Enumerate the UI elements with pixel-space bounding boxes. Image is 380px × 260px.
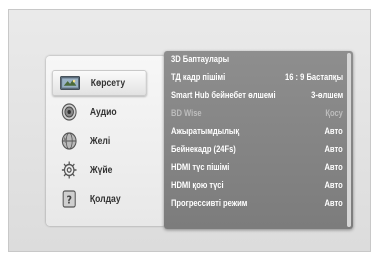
menu-item-value: Авто [324,126,343,136]
menu-item-resolution[interactable]: Ажыратымдылық Авто [164,123,346,140]
menu-item-value: 16 : 9 Бастапқы [285,72,343,82]
menu-item-label: HDMI түс пішімі [171,162,230,172]
nav-item-audio[interactable]: Аудио [52,99,147,125]
nav-item-label: Аудио [89,106,117,118]
display-settings-menu: 3D Баптаулары ТД кадр пішімі 16 : 9 Баст… [164,51,353,229]
svg-text:?: ? [66,194,72,207]
menu-item-value: Авто [324,144,343,154]
nav-item-label: Көрсету [90,77,126,89]
menu-item-movie-frame-24fs[interactable]: Бейнекадр (24Fs) Авто [164,141,346,158]
menu-scrollbar-thumb[interactable] [347,53,351,227]
nav-item-system[interactable]: Жүйе [52,157,147,183]
help-icon: ? [59,189,80,209]
tv-screen: Көрсету Аудио Желі Жүйе ? Қолдау 3D Бапт… [8,9,371,252]
nav-item-network[interactable]: Желі [52,128,147,154]
nav-item-display[interactable]: Көрсету [52,70,147,96]
menu-item-label: Прогрессивті режим [171,198,248,208]
menu-item-value: Авто [324,180,343,190]
menu-item-3d-settings[interactable]: 3D Баптаулары [164,51,346,68]
menu-scrollbar[interactable] [347,53,351,227]
menu-item-value: Авто [324,198,343,208]
menu-item-hdmi-color-format[interactable]: HDMI түс пішімі Авто [164,159,346,176]
menu-item-label: 3D Баптаулары [171,54,230,64]
menu-item-label: HDMI қою түсі [171,180,224,190]
menu-item-tv-aspect-ratio[interactable]: ТД кадр пішімі 16 : 9 Бастапқы [164,69,346,86]
globe-icon [59,131,80,151]
menu-item-progressive-mode[interactable]: Прогрессивті режим Авто [164,195,346,212]
gear-icon [59,160,80,180]
nav-item-label: Жүйе [89,164,113,176]
menu-item-label: Smart Hub бейнебет өлшемі [171,90,276,100]
nav-item-label: Қолдау [89,193,121,205]
nav-item-support[interactable]: ? Қолдау [52,186,147,212]
menu-item-smart-hub-screen-size[interactable]: Smart Hub бейнебет өлшемі 3-өлшем [164,87,346,104]
menu-item-value: Қосу [325,108,343,118]
menu-item-value: 3-өлшем [310,90,343,100]
menu-item-value: Авто [324,162,343,172]
display-icon [60,73,81,93]
menu-item-label: ТД кадр пішімі [171,72,226,82]
speaker-icon [59,102,80,122]
settings-category-sidebar: Көрсету Аудио Желі Жүйе ? Қолдау [46,56,166,226]
nav-item-label: Желі [89,135,111,147]
menu-item-label: BD Wise [171,108,202,118]
menu-item-hdmi-deep-color[interactable]: HDMI қою түсі Авто [164,177,346,194]
menu-item-label: Бейнекадр (24Fs) [171,144,236,154]
menu-item-label: Ажыратымдылық [171,126,240,136]
menu-item-bd-wise: BD Wise Қосу [164,105,346,122]
